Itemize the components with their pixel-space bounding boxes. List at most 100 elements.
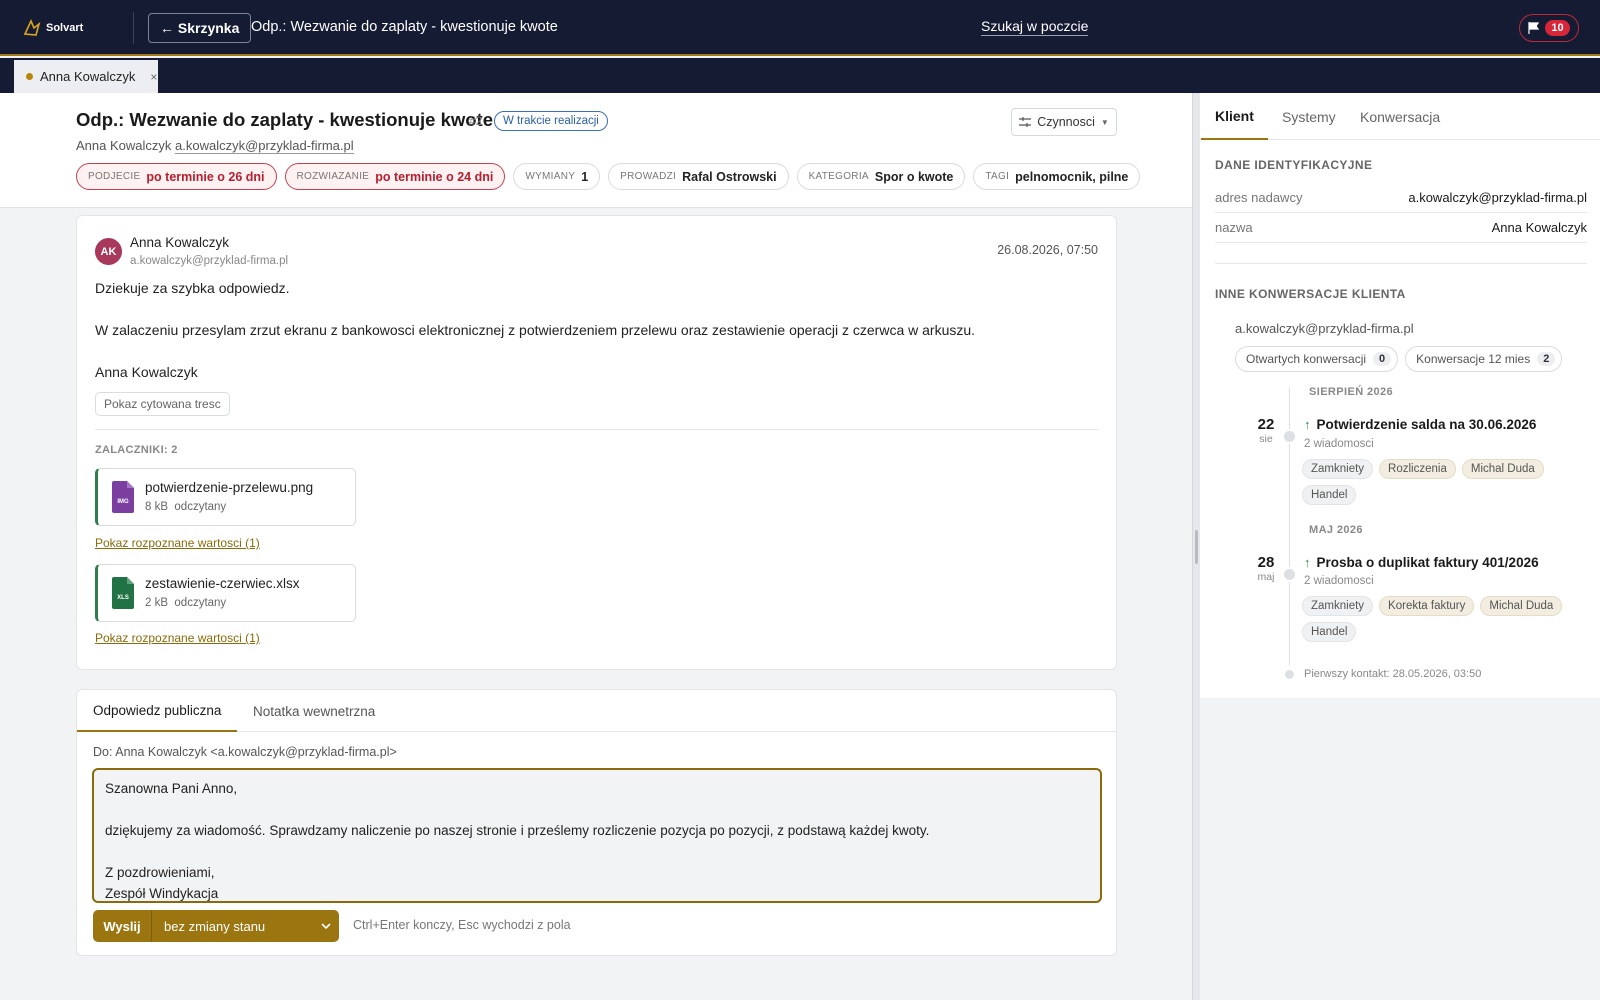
reply-tabs: Odpowiedz publiczna Notatka wewnetrzna: [77, 690, 1116, 732]
ticket-sender: Anna Kowalczyk a.kowalczyk@przyklad-firm…: [76, 138, 354, 154]
message-signature: Anna Kowalczyk: [95, 364, 198, 380]
tab-public-reply[interactable]: Odpowiedz publiczna: [77, 690, 238, 732]
timeline-conversation-link[interactable]: ↑ Prosba o duplikat faktury 401/2026: [1304, 555, 1539, 570]
timeline-conversation-link[interactable]: ↑ Potwierdzenie salda na 30.06.2026: [1304, 417, 1536, 432]
attachment-meta: 2 kB odczytany: [145, 597, 226, 609]
message-paragraph: W zalaczeniu przesylam zrzut ekranu z ba…: [95, 322, 976, 338]
year-conversations-filter[interactable]: Konwersacje 12 mies 2: [1405, 346, 1563, 372]
chip-value: po terminie o 26 dni: [146, 169, 265, 184]
show-quoted-button[interactable]: Pokaz cytowana tresc: [95, 392, 230, 416]
attachment-name: potwierdzenie-przelewu.png: [145, 480, 314, 495]
open-conversations-filter[interactable]: Otwartych konwersacji 0: [1235, 346, 1399, 372]
tab-systems[interactable]: Systemy: [1268, 93, 1350, 140]
message-date: 26.08.2026, 07:50: [997, 243, 1098, 257]
timeline-mon: maj: [1257, 571, 1275, 583]
timeline-month: MAJ 2026: [1309, 524, 1363, 536]
attachment-size: 8 kB: [145, 501, 169, 513]
row-key: adres nadawcy: [1215, 190, 1303, 205]
caret-down-icon: ▼: [1100, 117, 1109, 127]
sidebar-tabs: Klient Systemy Konwersacja: [1200, 93, 1600, 140]
chip-category[interactable]: KATEGORIA Spor o kwote: [796, 163, 966, 190]
count-value: 2: [1537, 352, 1556, 366]
conversation-counts: Otwartych konwersacji 0 Konwersacje 12 m…: [1235, 346, 1563, 372]
top-divider: [133, 12, 134, 44]
timeline-tags: Zamkniety Korekta faktury Michal Duda Ha…: [1302, 596, 1582, 642]
attachment-status: odczytany: [174, 501, 227, 513]
timeline-title: Potwierdzenie salda na 30.06.2026: [1316, 417, 1537, 432]
chip-exchanges[interactable]: WYMIANY 1: [513, 163, 601, 190]
logo-text: Solvart: [46, 22, 84, 34]
attachment-name: zestawienie-czerwiec.xlsx: [145, 576, 300, 591]
chip-value: po terminie o 24 dni: [375, 169, 494, 184]
divider: [1215, 263, 1587, 264]
chip-pickup-sla[interactable]: PODJECIE po terminie o 26 dni: [76, 163, 277, 190]
state-select-value: bez zmiany stanu: [164, 918, 266, 934]
timeline-month: SIERPIEŃ 2026: [1309, 386, 1394, 398]
tag-category: Rozliczenia: [1379, 459, 1456, 479]
app-logo[interactable]: Solvart: [22, 17, 83, 39]
arrow-up-icon: ↑: [1304, 555, 1311, 570]
sender-address-row: adres nadawcy a.kowalczyk@przyklad-firma…: [1215, 183, 1587, 213]
ticket-meta-chips: PODJECIE po terminie o 26 dni ROZWIAZANIE…: [76, 163, 1141, 190]
tab-close-icon[interactable]: ×: [150, 70, 157, 84]
recognized-values-link[interactable]: Pokaz rozpoznane wartosci (1): [95, 536, 260, 550]
back-to-inbox-button[interactable]: ← Skrzynka: [148, 13, 252, 43]
top-bar: Solvart ← Skrzynka Odp.: Wezwanie do zap…: [0, 0, 1600, 56]
timeline-tags: Zamkniety Rozliczenia Michal Duda Handel: [1302, 459, 1582, 505]
ticket-header: Odp.: Wezwanie do zaplaty - kwestionuje …: [0, 93, 1192, 208]
tab-client[interactable]: Klient: [1201, 93, 1268, 140]
attachment-meta: 8 kB odczytany: [145, 501, 226, 513]
count-label: Otwartych konwersacji: [1246, 352, 1367, 366]
chip-value: pelnomocnik, pilne: [1015, 169, 1129, 184]
sender-email-link[interactable]: a.kowalczyk@przyklad-firma.pl: [175, 138, 354, 154]
chip-key: TAGI: [985, 171, 1010, 182]
chip-key: PODJECIE: [88, 171, 141, 182]
timeline-date: 22 sie: [1252, 416, 1280, 446]
flag-icon: [1528, 22, 1540, 34]
attachment-item[interactable]: XLS zestawienie-czerwiec.xlsx 2 kB odczy…: [95, 564, 356, 622]
actions-dropdown-button[interactable]: Czynnosci ▼: [1011, 108, 1117, 136]
timeline-dot: [1282, 429, 1297, 444]
chip-value: 1: [581, 169, 589, 184]
splitter-handle[interactable]: [1195, 530, 1198, 564]
chip-key: ROZWIAZANIE: [296, 171, 370, 182]
status-badge[interactable]: W trakcie realizacji: [494, 111, 608, 131]
chip-value: Rafal Ostrowski: [682, 169, 777, 184]
name-row: nazwa Anna Kowalczyk: [1215, 213, 1587, 243]
tab-label: Anna Kowalczyk: [40, 69, 136, 84]
chip-tags[interactable]: TAGI pelnomocnik, pilne: [973, 163, 1141, 190]
timeline-title: Prosba o duplikat faktury 401/2026: [1316, 555, 1539, 570]
message-body: Dziekuje za szybka odpowiedz. W zalaczen…: [95, 278, 975, 404]
sliders-icon: [1019, 117, 1032, 127]
tag-category: Korekta faktury: [1379, 596, 1475, 616]
logo-icon: [23, 19, 41, 36]
chip-assignee[interactable]: PROWADZI Rafal Ostrowski: [608, 163, 789, 190]
divider: [95, 429, 1099, 430]
sender-name: Anna Kowalczyk: [76, 138, 172, 153]
tag-agent: Michal Duda: [1480, 596, 1563, 616]
attachment-status: odczytany: [174, 597, 227, 609]
tab-anna-kowalczyk[interactable]: Anna Kowalczyk ×: [14, 60, 158, 93]
reply-textarea[interactable]: Szanowna Pani Anno, dziękujemy za wiadom…: [92, 768, 1102, 903]
timeline-day: 22: [1257, 416, 1275, 433]
client-email: a.kowalczyk@przyklad-firma.pl: [1235, 321, 1414, 336]
chevron-down-icon: [321, 923, 331, 929]
chip-resolution-sla[interactable]: ROZWIAZANIE po terminie o 24 dni: [284, 163, 506, 190]
message-paragraph: Dziekuje za szybka odpowiedz.: [95, 280, 290, 296]
timeline-message-count: 2 wiadomosci: [1304, 575, 1374, 587]
other-conversations-heading: INNE KONWERSACJE KLIENTA: [1215, 287, 1406, 301]
tab-internal-note[interactable]: Notatka wewnetrzna: [237, 690, 391, 732]
attachment-size: 2 kB: [145, 597, 169, 609]
attachment-item[interactable]: IMG potwierdzenie-przelewu.png 8 kB odcz…: [95, 468, 356, 526]
mail-search-link[interactable]: Szukaj w poczcie: [981, 18, 1089, 36]
state-select[interactable]: bez zmiany stanu: [152, 910, 339, 942]
keyboard-hint: Ctrl+Enter konczy, Esc wychodzi z pola: [353, 918, 571, 932]
flagged-button[interactable]: 10: [1519, 14, 1579, 42]
attachments-label: ZALACZNIKI: 2: [95, 444, 178, 456]
tab-conversation[interactable]: Konwersacja: [1346, 93, 1454, 140]
recognized-values-link[interactable]: Pokaz rozpoznane wartosci (1): [95, 631, 260, 645]
actions-label: Czynnosci: [1037, 115, 1095, 129]
chip-key: KATEGORIA: [808, 171, 869, 182]
reply-recipient: Do: Anna Kowalczyk <a.kowalczyk@przyklad…: [93, 745, 397, 759]
send-button[interactable]: Wyslij: [93, 910, 152, 942]
